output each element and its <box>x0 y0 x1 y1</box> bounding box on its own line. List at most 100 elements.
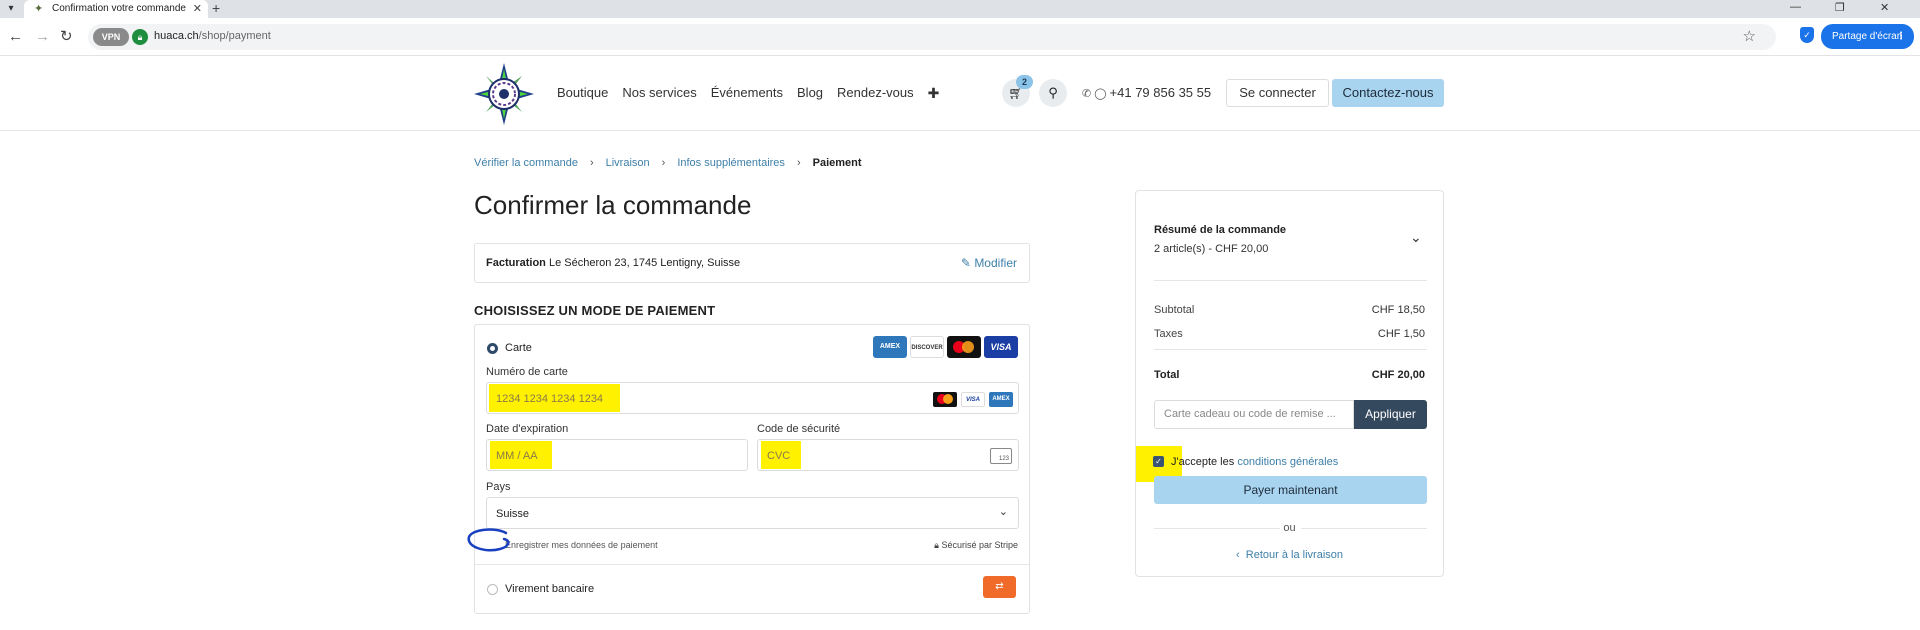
vpn-badge[interactable]: VPN <box>93 28 129 46</box>
country-value: Suisse <box>496 508 530 520</box>
card-radio[interactable] <box>487 343 498 354</box>
expiry-input[interactable]: MM / AA <box>486 439 748 471</box>
secured-by-stripe: 🔒︎ Sécurisé par Stripe <box>934 540 1018 551</box>
site-favicon-icon: ✦ <box>34 3 44 15</box>
terms-link[interactable]: conditions générales <box>1237 456 1338 468</box>
browser-tab-active[interactable]: ✦ Confirmation votre commande ✕ <box>24 0 208 18</box>
tab-list-chevron-icon[interactable]: ▾ <box>4 2 18 16</box>
summary-toggle-chevron-icon[interactable]: ⌄ <box>1410 229 1422 246</box>
payment-methods-box: Carte AMEX DISCOVER VISA Numéro de carte… <box>474 324 1030 614</box>
mini-mc-orange <box>943 394 953 404</box>
cvc-label: Code de sécurité <box>757 423 841 435</box>
card-number-label: Numéro de carte <box>486 366 568 378</box>
summary-title: Résumé de la commande <box>1154 224 1287 236</box>
mini-visa-icon: VISA <box>961 392 985 407</box>
login-button[interactable]: Se connecter <box>1226 79 1329 107</box>
huaca-logo[interactable] <box>474 63 534 125</box>
blue-annotation-mark <box>467 528 510 552</box>
payment-divider <box>475 564 1029 565</box>
screen-share-label: Partage d'écran <box>1832 31 1903 42</box>
total-value: CHF 20,00 <box>1371 369 1425 381</box>
screen-share-button[interactable]: Partage d'écran ⋮ <box>1821 24 1914 49</box>
phone-link[interactable]: ✆ ◯ +41 79 856 35 55 <box>1082 85 1211 100</box>
mini-mastercard-icon <box>933 392 957 407</box>
subtotal-value: CHF 18,50 <box>1371 304 1425 316</box>
secured-by-stripe-label: Sécurisé par Stripe <box>941 540 1018 550</box>
billing-address: Le Sécheron 23, 1745 Lentigny, Suisse <box>548 257 741 269</box>
breadcrumb: Vérifier la commande › Livraison › Infos sup… <box>474 157 862 169</box>
lock-icon: 🔒︎ <box>934 540 939 550</box>
nav-rendez-vous[interactable]: Rendez-vous <box>837 85 914 102</box>
country-label: Pays <box>486 481 511 493</box>
breadcrumb-chevron-icon: › <box>661 157 666 169</box>
nav-evenements[interactable]: Événements <box>711 85 783 102</box>
back-arrow-icon[interactable]: ← <box>8 28 23 46</box>
terms-text: J'accepte les conditions générales <box>1171 456 1338 468</box>
page-title: Confirmer la commande <box>474 190 752 220</box>
nav-more-plus-icon[interactable]: ✚ <box>928 85 940 102</box>
more-dots-icon: ⋮ <box>1896 31 1906 42</box>
window-restore-icon[interactable]: ❐ <box>1835 1 1845 14</box>
nav-blog[interactable]: Blog <box>797 85 823 102</box>
whatsapp-icon: ◯ <box>1094 88 1107 100</box>
card-method-label[interactable]: Carte <box>505 342 532 354</box>
or-label: ou <box>1283 522 1296 534</box>
url-text[interactable]: huaca.ch/shop/payment <box>154 30 271 42</box>
browser-tab-bar: ▾ ✦ Confirmation votre commande ✕ + — ❐ … <box>0 0 1920 18</box>
breadcrumb-chevron-icon: › <box>796 157 801 169</box>
breadcrumb-verify-order[interactable]: Vérifier la commande <box>474 157 578 169</box>
terms-checkbox[interactable]: ✓ <box>1153 456 1164 467</box>
contact-button[interactable]: Contactez-nous <box>1332 79 1444 107</box>
back-to-delivery-link[interactable]: ‹ Retour à la livraison <box>1136 549 1443 561</box>
address-bar[interactable]: VPN 🔒︎ huaca.ch/shop/payment ☆ <box>88 24 1776 50</box>
back-to-delivery-label: Retour à la livraison <box>1245 549 1343 561</box>
site-header: Boutique Nos services Événements Blog Re… <box>0 57 1920 131</box>
pay-now-button[interactable]: Payer maintenant <box>1154 476 1427 504</box>
modify-billing-link[interactable]: ✎ Modifier <box>961 256 1017 270</box>
reload-icon[interactable]: ↻ <box>60 28 73 46</box>
order-summary-card: Résumé de la commande 2 article(s) - CHF… <box>1135 190 1444 577</box>
forward-arrow-icon[interactable]: → <box>35 28 50 46</box>
country-select[interactable]: Suisse ⌄ <box>486 497 1019 529</box>
visa-logo-icon: VISA <box>984 336 1018 358</box>
bank-transfer-label[interactable]: Virement bancaire <box>505 583 594 595</box>
phone-icon: ✆ <box>1082 88 1092 100</box>
chevron-left-icon: ‹ <box>1235 549 1240 561</box>
new-tab-plus-icon[interactable]: + <box>212 0 220 16</box>
modify-label: Modifier <box>974 256 1017 270</box>
bank-transfer-icon: ⇄ <box>983 576 1016 598</box>
search-button[interactable]: ⚲ <box>1039 79 1067 107</box>
card-number-input[interactable]: 1234 1234 1234 1234 VISA AMEX <box>486 382 1019 414</box>
browser-toolbar: ← → ↻ VPN 🔒︎ huaca.ch/shop/payment ☆ ✓ P… <box>0 18 1920 56</box>
tab-title: Confirmation votre commande <box>52 3 186 14</box>
tab-close-icon[interactable]: ✕ <box>193 2 202 15</box>
cart-count-badge: 2 <box>1016 75 1033 89</box>
chevron-down-icon: ⌄ <box>998 506 1008 518</box>
taxes-label: Taxes <box>1154 328 1183 340</box>
nav-boutique[interactable]: Boutique <box>557 85 608 102</box>
save-payment-label[interactable]: Enregistrer mes données de paiement <box>505 540 658 550</box>
billing-text: Facturation Le Sécheron 23, 1745 Lentign… <box>486 257 740 269</box>
phone-number: +41 79 856 35 55 <box>1109 85 1212 100</box>
bank-transfer-radio[interactable] <box>487 584 498 595</box>
apply-button[interactable]: Appliquer <box>1354 400 1427 429</box>
expiry-label: Date d'expiration <box>486 423 569 435</box>
window-close-icon[interactable]: ✕ <box>1880 1 1889 14</box>
summary-subtitle: 2 article(s) - CHF 20,00 <box>1154 243 1269 255</box>
window-minimize-icon[interactable]: — <box>1790 1 1801 13</box>
breadcrumb-extra-info[interactable]: Infos supplémentaires <box>677 157 785 169</box>
cvc-input[interactable]: CVC 123 <box>757 439 1019 471</box>
payment-section-title: CHOISISSEZ UN MODE DE PAIEMENT <box>474 303 716 318</box>
gift-code-input[interactable]: Carte cadeau ou code de remise ... <box>1154 400 1354 429</box>
total-label: Total <box>1154 369 1180 381</box>
taxes-value: CHF 1,50 <box>1377 328 1425 340</box>
expiry-placeholder: MM / AA <box>496 450 538 462</box>
breadcrumb-delivery[interactable]: Livraison <box>606 157 650 169</box>
nav-services[interactable]: Nos services <box>622 85 696 102</box>
billing-label: Facturation <box>486 257 546 269</box>
bookmark-star-icon[interactable]: ☆ <box>1743 27 1756 45</box>
breadcrumb-payment: Paiement <box>812 157 862 169</box>
secure-lock-icon[interactable]: 🔒︎ <box>132 29 148 45</box>
mastercard-orange-circle <box>962 341 974 353</box>
shield-extension-icon[interactable]: ✓ <box>1800 27 1814 43</box>
